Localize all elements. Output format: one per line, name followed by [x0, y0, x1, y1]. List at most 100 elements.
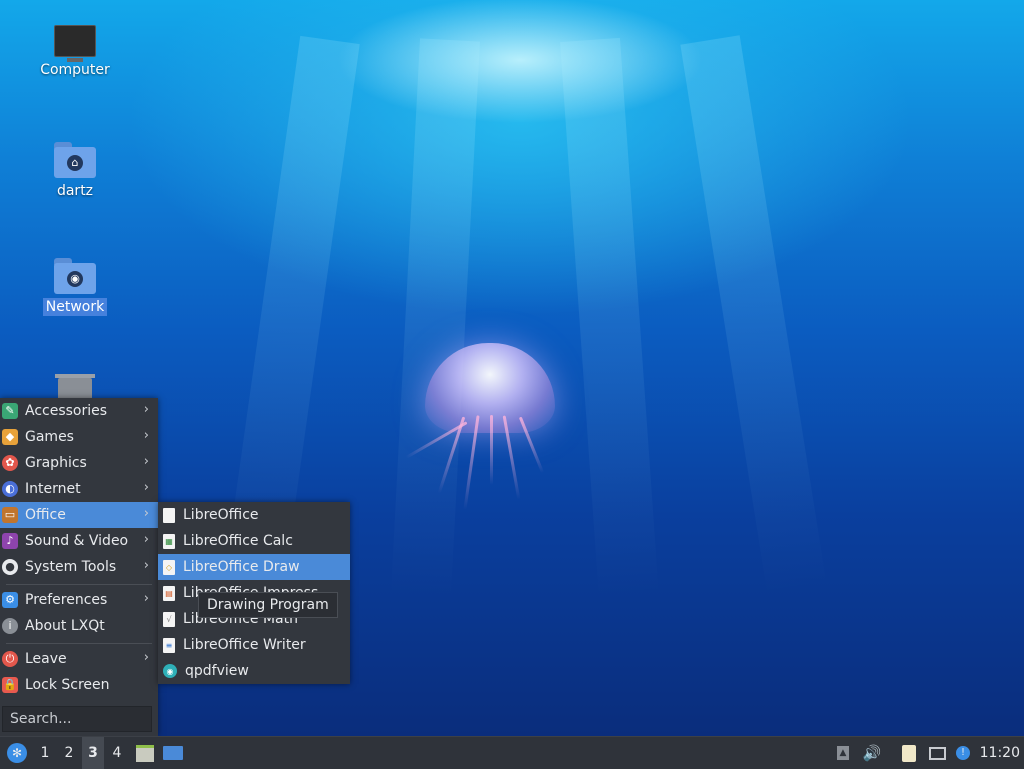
application-menu: ✎ Accessories › ◆ Games › ✿ Graphics › ◐…	[0, 398, 158, 736]
tray-expand-button[interactable]: ▲	[834, 737, 852, 769]
menu-item-sound-video[interactable]: ♪ Sound & Video ›	[0, 528, 158, 554]
desktop-icon-home[interactable]: ⌂ dartz	[25, 142, 125, 200]
show-desktop-launcher[interactable]	[162, 737, 184, 769]
lxqt-logo-icon: ✻	[7, 743, 27, 763]
menu-separator	[6, 584, 152, 585]
jellyfish-wallpaper	[380, 335, 600, 515]
accessories-icon: ✎	[2, 403, 18, 419]
submenu-item-label: LibreOffice Draw	[183, 559, 300, 575]
volume-control[interactable]: 🔊	[862, 737, 882, 769]
menu-item-internet[interactable]: ◐ Internet ›	[0, 476, 158, 502]
chevron-right-icon: ›	[143, 650, 149, 665]
desktop-icon-computer[interactable]: Computer	[25, 25, 125, 79]
clipboard-icon	[902, 744, 916, 762]
tooltip: Drawing Program	[198, 592, 338, 618]
chevron-right-icon: ›	[143, 454, 149, 469]
computer-icon	[54, 25, 96, 62]
libreoffice-calc-icon: ▦	[163, 533, 175, 549]
clipboard-tray[interactable]	[898, 737, 920, 769]
games-icon: ◆	[2, 429, 18, 445]
home-folder-icon: ⌂	[54, 142, 96, 178]
libreoffice-impress-icon: ▤	[163, 585, 175, 601]
system-tools-icon: ●	[2, 559, 18, 575]
submenu-item-qpdfview[interactable]: ◉ qpdfview	[158, 658, 350, 684]
search-placeholder: Search...	[10, 711, 72, 727]
file-manager-icon	[136, 744, 154, 762]
menu-search-input[interactable]: Search...	[2, 706, 152, 732]
chevron-right-icon: ›	[143, 402, 149, 417]
sound-video-icon: ♪	[2, 533, 18, 549]
desktop-switch-4[interactable]: 4	[106, 737, 128, 769]
menu-item-label: Lock Screen	[25, 677, 110, 693]
update-notifier-tray[interactable]: !	[952, 737, 974, 769]
menu-item-graphics[interactable]: ✿ Graphics ›	[0, 450, 158, 476]
submenu-item-libreoffice-writer[interactable]: ≡ LibreOffice Writer	[158, 632, 350, 658]
network-folder-icon: ◉	[54, 258, 96, 294]
menu-item-games[interactable]: ◆ Games ›	[0, 424, 158, 450]
submenu-item-libreoffice-calc[interactable]: ▦ LibreOffice Calc	[158, 528, 350, 554]
menu-item-label: Office	[25, 507, 66, 523]
menu-item-preferences[interactable]: ⚙ Preferences ›	[0, 587, 158, 613]
menu-item-label: Graphics	[25, 455, 87, 471]
submenu-item-label: LibreOffice Writer	[183, 637, 306, 653]
menu-item-label: Accessories	[25, 403, 108, 419]
menu-item-system-tools[interactable]: ● System Tools ›	[0, 554, 158, 580]
menu-item-label: Leave	[25, 651, 67, 667]
qpdfview-icon: ◉	[163, 664, 177, 678]
submenu-item-libreoffice-draw[interactable]: ◇ LibreOffice Draw	[158, 554, 350, 580]
libreoffice-icon	[163, 507, 175, 523]
desktop-switch-2[interactable]: 2	[58, 737, 80, 769]
submenu-item-label: LibreOffice	[183, 507, 259, 523]
clock[interactable]: 11:20	[980, 737, 1020, 769]
light-ray	[390, 38, 480, 601]
desktop-icon-label: Network	[42, 298, 108, 316]
network-icon	[928, 746, 946, 760]
power-icon: ⏻	[2, 651, 18, 667]
menu-item-label: About LXQt	[25, 618, 105, 634]
preferences-icon: ⚙	[2, 592, 18, 608]
taskbar: ✻ 1 2 3 4 ▲ 🔊 ! 11:20	[0, 736, 1024, 769]
file-manager-launcher[interactable]	[134, 737, 156, 769]
main-menu-button[interactable]: ✻	[4, 737, 30, 769]
office-icon: ▭	[2, 507, 18, 523]
submenu-item-label: qpdfview	[185, 663, 249, 679]
submenu-item-libreoffice[interactable]: LibreOffice	[158, 502, 350, 528]
menu-item-label: Games	[25, 429, 74, 445]
update-notification-icon: !	[956, 746, 970, 760]
libreoffice-writer-icon: ≡	[163, 637, 175, 653]
submenu-item-label: LibreOffice Calc	[183, 533, 293, 549]
menu-item-label: System Tools	[25, 559, 117, 575]
light-ray	[680, 35, 828, 598]
menu-item-label: Sound & Video	[25, 533, 129, 549]
desktop-icon-label: Computer	[40, 62, 110, 78]
chevron-right-icon: ›	[143, 532, 149, 547]
volume-icon: 🔊	[862, 744, 882, 762]
libreoffice-math-icon: √	[163, 611, 175, 627]
menu-item-leave[interactable]: ⏻ Leave ›	[0, 646, 158, 672]
network-tray[interactable]	[926, 737, 948, 769]
lock-icon: 🔒	[2, 677, 18, 693]
internet-icon: ◐	[2, 481, 18, 497]
chevron-right-icon: ›	[143, 558, 149, 573]
light-ray	[560, 37, 659, 601]
menu-item-lock-screen[interactable]: 🔒 Lock Screen	[0, 672, 158, 698]
menu-item-label: Internet	[25, 481, 81, 497]
desktop-icon-network[interactable]: ◉ Network	[25, 258, 125, 316]
show-desktop-icon	[163, 746, 183, 760]
chevron-right-icon: ›	[143, 506, 149, 521]
desktop-switch-3[interactable]: 3	[82, 737, 104, 769]
graphics-icon: ✿	[2, 455, 18, 471]
libreoffice-draw-icon: ◇	[163, 559, 175, 575]
chevron-right-icon: ›	[143, 428, 149, 443]
desktop-switch-1[interactable]: 1	[34, 737, 56, 769]
chevron-up-icon: ▲	[837, 746, 849, 760]
chevron-right-icon: ›	[143, 480, 149, 495]
menu-item-label: Preferences	[25, 592, 108, 608]
menu-item-accessories[interactable]: ✎ Accessories ›	[0, 398, 158, 424]
menu-item-office[interactable]: ▭ Office ›	[0, 502, 158, 528]
menu-separator	[6, 643, 152, 644]
menu-item-about[interactable]: i About LXQt	[0, 613, 158, 639]
desktop-icon-label: dartz	[56, 183, 94, 199]
info-icon: i	[2, 618, 18, 634]
chevron-right-icon: ›	[143, 591, 149, 606]
